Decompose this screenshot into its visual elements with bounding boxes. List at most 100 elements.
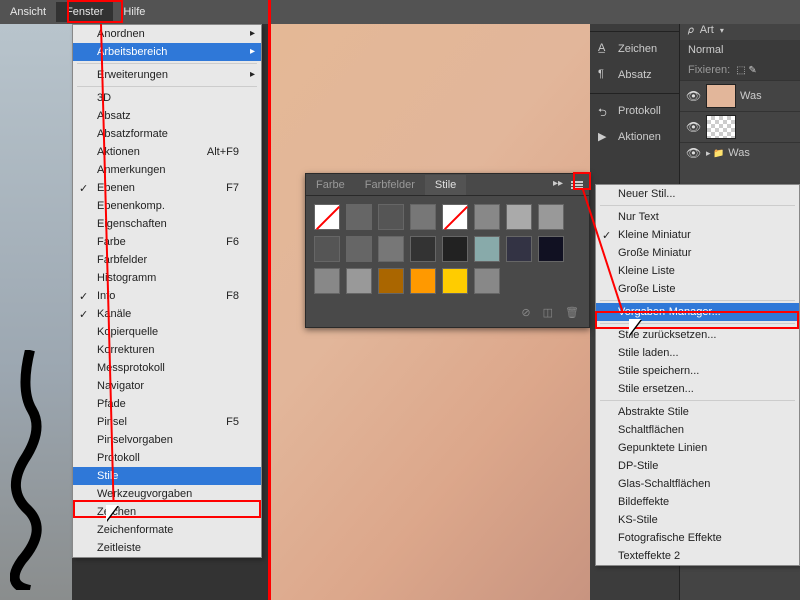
panel-tab-zeichen[interactable]: A̲Zeichen bbox=[590, 36, 679, 62]
style-swatch[interactable] bbox=[442, 236, 468, 262]
style-swatch[interactable] bbox=[410, 236, 436, 262]
style-swatch[interactable] bbox=[538, 204, 564, 230]
panel-tab-aktionen[interactable]: ▶Aktionen bbox=[590, 124, 679, 150]
style-swatch[interactable] bbox=[378, 268, 404, 294]
flyout-stile-zur-cksetzen-[interactable]: Stile zurücksetzen... bbox=[596, 326, 799, 344]
flyout-gro-e-miniatur[interactable]: Große Miniatur bbox=[596, 244, 799, 262]
panel-tab-protokoll[interactable]: ⮌Protokoll bbox=[590, 98, 679, 124]
flyout-stile-ersetzen-[interactable]: Stile ersetzen... bbox=[596, 380, 799, 398]
cursor-icon bbox=[106, 505, 120, 523]
menu-item-werkzeugvorgaben[interactable]: Werkzeugvorgaben bbox=[73, 485, 261, 503]
zeichen-icon: A̲ bbox=[598, 42, 612, 56]
style-swatch[interactable] bbox=[314, 204, 340, 230]
flyout-neuer-stil-[interactable]: Neuer Stil... bbox=[596, 185, 799, 203]
style-swatch[interactable] bbox=[442, 268, 468, 294]
style-swatch[interactable] bbox=[474, 204, 500, 230]
style-swatch[interactable] bbox=[314, 268, 340, 294]
style-swatch[interactable] bbox=[346, 204, 372, 230]
style-swatch[interactable] bbox=[378, 204, 404, 230]
style-swatch[interactable] bbox=[538, 236, 564, 262]
menu-item-absatz[interactable]: Absatz bbox=[73, 107, 261, 125]
menu-item-histogramm[interactable]: Histogramm bbox=[73, 269, 261, 287]
flyout-dp-stile[interactable]: DP-Stile bbox=[596, 457, 799, 475]
menu-fenster[interactable]: Fenster bbox=[56, 2, 113, 22]
menu-item-farbe[interactable]: FarbeF6 bbox=[73, 233, 261, 251]
style-swatch[interactable] bbox=[410, 204, 436, 230]
menu-item-messprotokoll[interactable]: Messprotokoll bbox=[73, 359, 261, 377]
menu-item-aktionen[interactable]: AktionenAlt+F9 bbox=[73, 143, 261, 161]
new-style-icon[interactable]: ◫ bbox=[543, 306, 553, 319]
flyout-abstrakte-stile[interactable]: Abstrakte Stile bbox=[596, 403, 799, 421]
flyout-stile-speichern-[interactable]: Stile speichern... bbox=[596, 362, 799, 380]
menu-item-info[interactable]: InfoF8 bbox=[73, 287, 261, 305]
lock-label: Fixieren: bbox=[688, 64, 730, 76]
style-swatch[interactable] bbox=[506, 204, 532, 230]
flyout-gepunktete-linien[interactable]: Gepunktete Linien bbox=[596, 439, 799, 457]
menu-item-farbfelder[interactable]: Farbfelder bbox=[73, 251, 261, 269]
style-swatch[interactable] bbox=[474, 268, 500, 294]
flyout-kleine-liste[interactable]: Kleine Liste bbox=[596, 262, 799, 280]
style-swatch[interactable] bbox=[474, 236, 500, 262]
visibility-icon[interactable]: 👁 bbox=[686, 146, 702, 160]
flyout-kleine-miniatur[interactable]: Kleine Miniatur bbox=[596, 226, 799, 244]
menu-item-zeichenformate[interactable]: Zeichenformate bbox=[73, 521, 261, 539]
menu-hilfe[interactable]: Hilfe bbox=[113, 2, 155, 22]
aktionen-icon: ▶ bbox=[598, 130, 612, 144]
tab-farbe[interactable]: Farbe bbox=[306, 175, 355, 195]
flyout-fotografische-effekte[interactable]: Fotografische Effekte bbox=[596, 529, 799, 547]
layer-row[interactable]: 👁Was bbox=[680, 80, 800, 111]
menu-item-kopierquelle[interactable]: Kopierquelle bbox=[73, 323, 261, 341]
menu-item-anmerkungen[interactable]: Anmerkungen bbox=[73, 161, 261, 179]
menu-item-korrekturen[interactable]: Korrekturen bbox=[73, 341, 261, 359]
layer-row[interactable]: 👁 bbox=[680, 111, 800, 142]
absatz-icon: ¶ bbox=[598, 68, 612, 82]
visibility-icon[interactable]: 👁 bbox=[686, 120, 702, 134]
menu-item-ebenen[interactable]: EbenenF7 bbox=[73, 179, 261, 197]
menubar: Ansicht Fenster Hilfe bbox=[0, 0, 800, 24]
visibility-icon[interactable]: 👁 bbox=[686, 89, 702, 103]
style-swatch[interactable] bbox=[506, 236, 532, 262]
fenster-dropdown: AnordnenArbeitsbereichErweiterungen3DAbs… bbox=[72, 24, 262, 558]
menu-item-ebenenkomp-[interactable]: Ebenenkomp. bbox=[73, 197, 261, 215]
menu-item-stile[interactable]: Stile bbox=[73, 467, 261, 485]
delete-icon[interactable]: 🗑 bbox=[565, 306, 579, 319]
flyout-bildeffekte[interactable]: Bildeffekte bbox=[596, 493, 799, 511]
flyout-nur-text[interactable]: Nur Text bbox=[596, 208, 799, 226]
style-swatch[interactable] bbox=[346, 268, 372, 294]
menu-item-eigenschaften[interactable]: Eigenschaften bbox=[73, 215, 261, 233]
menu-item-pfade[interactable]: Pfade bbox=[73, 395, 261, 413]
menu-item-zeichen[interactable]: Zeichen bbox=[73, 503, 261, 521]
flyout-vorgaben-manager-[interactable]: Vorgaben-Manager... bbox=[596, 303, 799, 321]
menu-item-pinsel[interactable]: PinselF5 bbox=[73, 413, 261, 431]
style-swatch[interactable] bbox=[410, 268, 436, 294]
flyout-texteffekte-2[interactable]: Texteffekte 2 bbox=[596, 547, 799, 565]
menu-item-absatzformate[interactable]: Absatzformate bbox=[73, 125, 261, 143]
blend-mode[interactable]: Normal bbox=[680, 40, 800, 60]
style-swatch[interactable] bbox=[346, 236, 372, 262]
flyout-stile-laden-[interactable]: Stile laden... bbox=[596, 344, 799, 362]
style-swatch[interactable] bbox=[378, 236, 404, 262]
flyout-ks-stile[interactable]: KS-Stile bbox=[596, 511, 799, 529]
styles-swatch-grid bbox=[306, 196, 589, 302]
menu-ansicht[interactable]: Ansicht bbox=[0, 2, 56, 22]
menu-item-pinselvorgaben[interactable]: Pinselvorgaben bbox=[73, 431, 261, 449]
tab-stile[interactable]: Stile bbox=[425, 175, 466, 195]
collapse-icon[interactable]: ▸▸ bbox=[553, 178, 563, 189]
menu-item-kan-le[interactable]: Kanäle bbox=[73, 305, 261, 323]
no-style-icon[interactable]: ⊘ bbox=[521, 306, 530, 319]
ink-shape bbox=[10, 350, 50, 590]
menu-item-protokoll[interactable]: Protokoll bbox=[73, 449, 261, 467]
flyout-gro-e-liste[interactable]: Große Liste bbox=[596, 280, 799, 298]
style-swatch[interactable] bbox=[314, 236, 340, 262]
flyout-schaltfl-chen[interactable]: Schaltflächen bbox=[596, 421, 799, 439]
style-swatch[interactable] bbox=[442, 204, 468, 230]
cursor-icon bbox=[629, 319, 643, 337]
flyout-glas-schaltfl-chen[interactable]: Glas-Schaltflächen bbox=[596, 475, 799, 493]
layers-kind[interactable]: Art bbox=[700, 24, 714, 36]
panel-tab-absatz[interactable]: ¶Absatz bbox=[590, 62, 679, 88]
layer-row[interactable]: 👁▸ 📁Was bbox=[680, 142, 800, 163]
menu-item-zeitleiste[interactable]: Zeitleiste bbox=[73, 539, 261, 557]
menu-item-navigator[interactable]: Navigator bbox=[73, 377, 261, 395]
tab-farbfelder[interactable]: Farbfelder bbox=[355, 175, 425, 195]
styles-panel: Farbe Farbfelder Stile ▸▸ ⊘ ◫ 🗑 bbox=[305, 173, 590, 328]
